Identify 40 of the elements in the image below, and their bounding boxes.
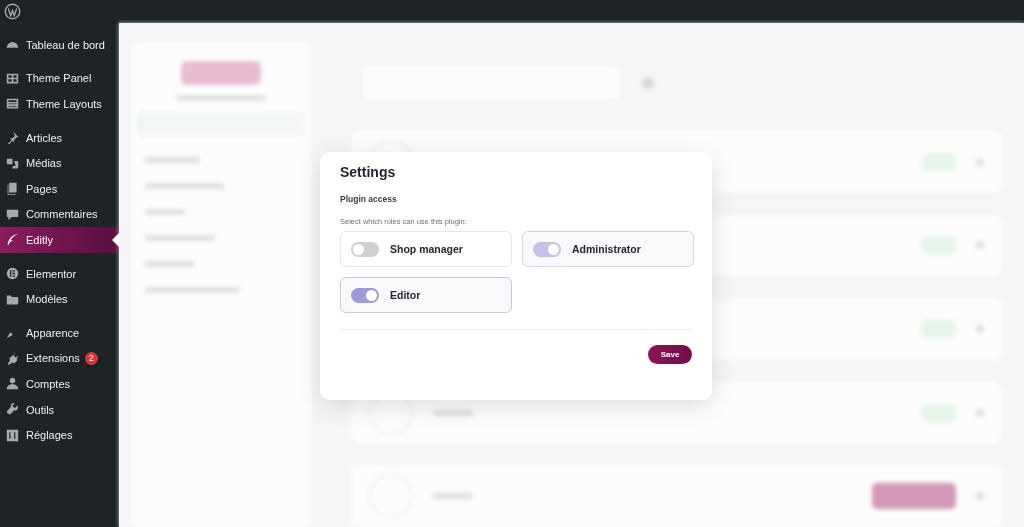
plug-icon [6,351,19,365]
wrench-icon [6,403,19,416]
sidebar-item[interactable]: Theme Panel [0,65,119,92]
role-option[interactable]: Shop manager [340,231,512,267]
sidebar-item[interactable]: Modèles [0,286,119,312]
sidebar-item[interactable]: Réglages [0,422,119,448]
pin-icon [6,131,19,145]
elementor-icon [6,267,19,281]
toggle-switch[interactable] [351,287,379,303]
folder-icon [6,292,19,306]
sidebar-item[interactable]: Articles [0,124,119,151]
sidebar-item[interactable]: Médias [0,150,119,176]
sidebar-item[interactable]: Commentaires [0,201,119,228]
update-count-badge: 2 [84,351,98,365]
sidebar-item[interactable]: Elementor [0,260,119,287]
feather-icon [6,233,19,247]
role-label: Shop manager [390,243,463,255]
sidebar-item[interactable]: Tableau de bord [0,32,119,58]
sliders-icon [6,428,19,442]
role-label: Administrator [572,243,641,255]
save-button[interactable]: Save [648,345,692,364]
sidebar-item[interactable]: Theme Layouts [0,91,119,117]
sidebar-item[interactable]: Extensions 2 [0,345,119,372]
grid-icon [6,71,19,85]
toggle-switch[interactable] [351,241,379,257]
sidebar-item[interactable]: Pages [0,175,119,202]
dialog-title: Settings [340,163,397,182]
sidebar-item[interactable]: Outils [0,396,119,423]
section-heading: Plugin access [340,194,398,204]
comment-icon [6,207,19,221]
layout-icon [6,97,19,111]
user-icon [6,377,19,391]
media-icon [6,156,19,170]
sidebar-item[interactable]: Comptes [0,371,119,397]
sidebar-item[interactable]: Apparence [0,319,119,346]
role-label: Editor [390,289,421,301]
wordpress-logo-icon[interactable] [4,3,21,20]
sidebar-item[interactable]: Editly [0,227,119,253]
pages-icon [6,182,19,196]
role-option[interactable]: Editor [340,277,512,313]
